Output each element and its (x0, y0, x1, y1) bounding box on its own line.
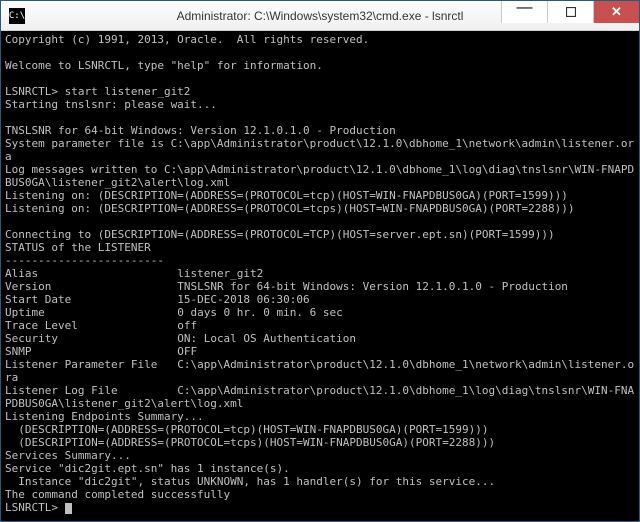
divider-line: ------------------------ (5, 254, 164, 267)
row-uptime: Uptime 0 days 0 hr. 0 min. 6 sec (5, 306, 343, 319)
row-lparam: Listener Parameter File C:\app\Administr… (5, 358, 634, 384)
label: Version (5, 280, 51, 293)
value: 0 days 0 hr. 0 min. 6 sec (177, 306, 343, 319)
minimize-button[interactable]: — (501, 1, 547, 23)
completed-line: The command completed successfully (5, 488, 230, 501)
prompt-line: LSNRCTL> start listener_git2 (5, 85, 190, 98)
value: OFF (177, 345, 197, 358)
app-icon: C:\ (9, 8, 25, 24)
label: Alias (5, 267, 38, 280)
welcome-line: Welcome to LSNRCTL, type "help" for info… (5, 59, 323, 72)
sys-param-line: System parameter file is C:\app\Administ… (5, 137, 634, 163)
starting-line: Starting tnslsnr: please wait... (5, 98, 217, 111)
maximize-button[interactable] (547, 1, 593, 23)
cursor-icon (65, 503, 72, 514)
connecting-line: Connecting to (DESCRIPTION=(ADDRESS=(PRO… (5, 228, 555, 241)
row-alias: Alias listener_git2 (5, 267, 263, 280)
row-trace: Trace Level off (5, 319, 197, 332)
endpoint-2: (DESCRIPTION=(ADDRESS=(PROTOCOL=tcps)(HO… (5, 436, 495, 449)
terminal-output[interactable]: Copyright (c) 1991, 2013, Oracle. All ri… (1, 31, 639, 521)
titlebar[interactable]: C:\ Administrator: C:\Windows\system32\c… (1, 1, 639, 31)
copyright-line: Copyright (c) 1991, 2013, Oracle. All ri… (5, 33, 369, 46)
label: Trace Level (5, 319, 78, 332)
label: Listener Parameter File (5, 358, 157, 371)
value: listener_git2 (177, 267, 263, 280)
value: TNSLSNR for 64-bit Windows: Version 12.1… (177, 280, 568, 293)
value: ON: Local OS Authentication (177, 332, 356, 345)
endpoints-header: Listening Endpoints Summary... (5, 410, 204, 423)
label: Security (5, 332, 58, 345)
listening-2: Listening on: (DESCRIPTION=(ADDRESS=(PRO… (5, 202, 575, 215)
listening-1: Listening on: (DESCRIPTION=(ADDRESS=(PRO… (5, 189, 568, 202)
value: off (177, 319, 197, 332)
label: Listener Log File (5, 384, 118, 397)
row-version: Version TNSLSNR for 64-bit Windows: Vers… (5, 280, 568, 293)
value: 15-DEC-2018 06:30:06 (177, 293, 309, 306)
prompt-2: LSNRCTL> (5, 501, 65, 514)
cmd-window: C:\ Administrator: C:\Windows\system32\c… (0, 0, 640, 522)
label: SNMP (5, 345, 32, 358)
services-header: Services Summary... (5, 449, 131, 462)
row-security: Security ON: Local OS Authentication (5, 332, 356, 345)
row-snmp: SNMP OFF (5, 345, 197, 358)
tnslsnr-version: TNSLSNR for 64-bit Windows: Version 12.1… (5, 124, 396, 137)
close-button[interactable]: ✕ (593, 1, 639, 23)
label: Start Date (5, 293, 71, 306)
row-startdate: Start Date 15-DEC-2018 06:30:06 (5, 293, 310, 306)
instance-line: Instance "dic2git", status UNKNOWN, has … (5, 475, 495, 488)
service-line: Service "dic2git.ept.sn" has 1 instance(… (5, 462, 290, 475)
label: Uptime (5, 306, 45, 319)
row-llog: Listener Log File C:\app\Administrator\p… (5, 384, 634, 410)
endpoint-1: (DESCRIPTION=(ADDRESS=(PROTOCOL=tcp)(HOS… (5, 423, 488, 436)
status-header: STATUS of the LISTENER (5, 241, 151, 254)
log-msg-line: Log messages written to C:\app\Administr… (5, 163, 634, 189)
